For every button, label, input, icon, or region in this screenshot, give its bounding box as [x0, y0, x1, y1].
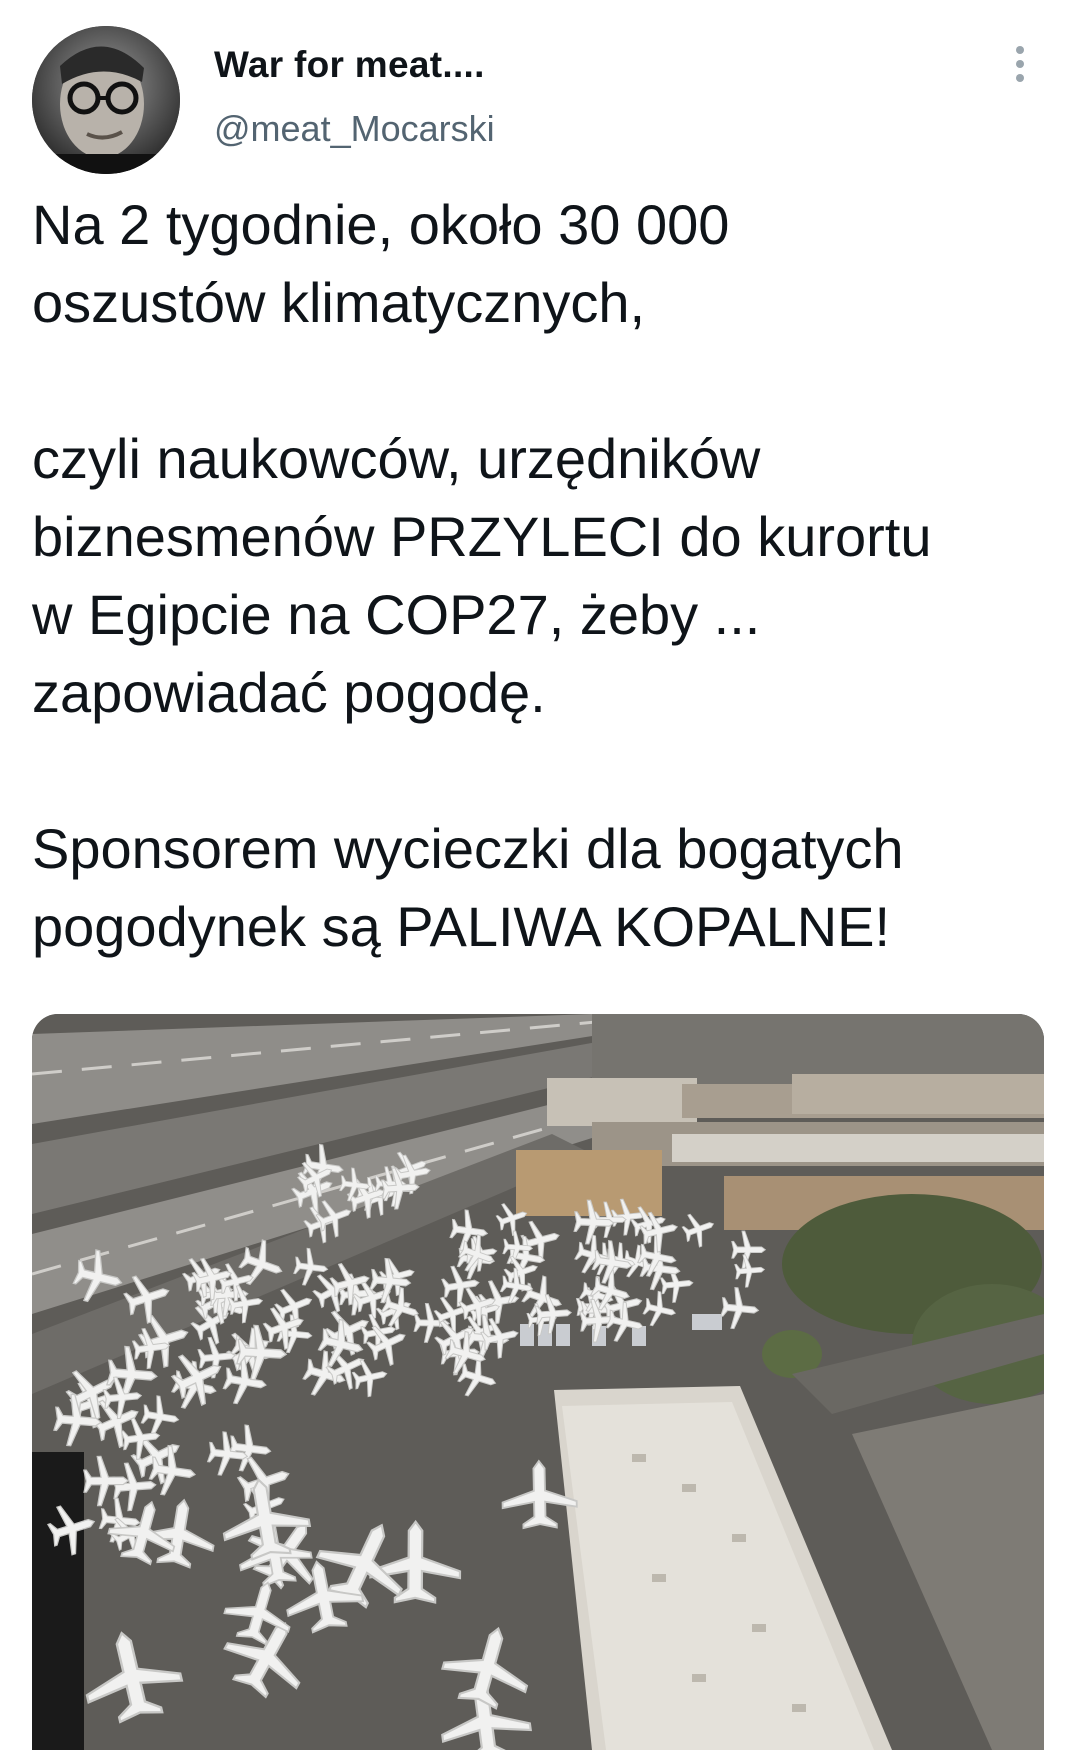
airport-aerial-photo: [32, 1014, 1044, 1750]
more-vertical-icon[interactable]: [1000, 46, 1040, 96]
tweet-media-photo[interactable]: [32, 1014, 1044, 1750]
tweet-text-line: biznesmenów PRZYLECI do kurortu: [32, 505, 932, 568]
tweet-text: Na 2 tygodnie, około 30 000 oszustów kli…: [32, 186, 1042, 966]
tweet-text-line: Na 2 tygodnie, około 30 000: [32, 193, 730, 256]
tweet-card[interactable]: War for meat.... @meat_Mocarski Na 2 tyg…: [0, 0, 1080, 1758]
avatar-image: [32, 26, 180, 174]
author-name[interactable]: War for meat....: [214, 44, 485, 86]
author-handle[interactable]: @meat_Mocarski: [214, 108, 495, 150]
tweet-text-line: oszustów klimatycznych,: [32, 271, 646, 334]
author-avatar[interactable]: [32, 26, 180, 174]
tweet-text-line: w Egipcie na COP27, żeby ...: [32, 583, 761, 646]
tweet-text-line: Sponsorem wycieczki dla bogatych: [32, 817, 904, 880]
tweet-text-line: czyli naukowców, urzędników: [32, 427, 761, 490]
tweet-text-line: pogodynek są PALIWA KOPALNE!: [32, 895, 891, 958]
tweet-text-line: zapowiadać pogodę.: [32, 661, 546, 724]
